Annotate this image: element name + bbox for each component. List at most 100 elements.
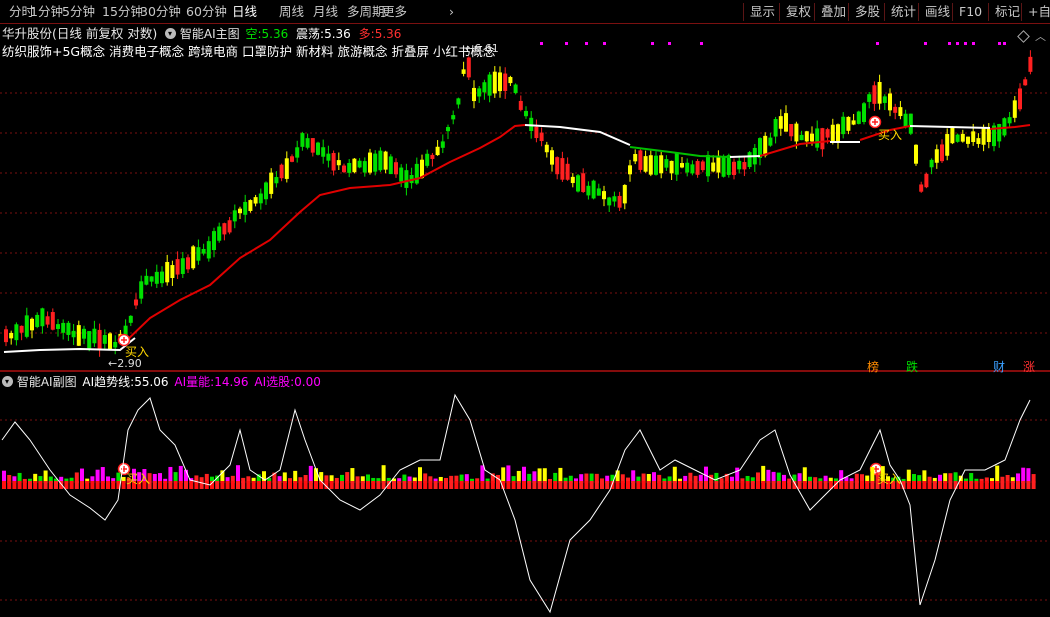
volume-bar-base xyxy=(22,481,27,489)
volume-bar-base xyxy=(1010,481,1015,489)
chevron-right-icon[interactable]: › xyxy=(449,3,454,21)
candle-body xyxy=(347,162,352,173)
volume-bar-base xyxy=(303,481,308,489)
toolbar-button-4[interactable]: 统计 xyxy=(891,3,916,21)
period-tab-6[interactable]: 日线 xyxy=(232,3,257,21)
main-indicator-name[interactable]: 智能AI主图 xyxy=(180,27,240,41)
toolbar-button-7[interactable]: 标记 xyxy=(995,3,1020,21)
volume-bar-base xyxy=(267,481,272,489)
candle-body xyxy=(981,127,986,145)
period-tab-1[interactable]: 1分钟 xyxy=(30,3,63,21)
candle-body xyxy=(960,133,965,142)
period-tab-8[interactable]: 月线 xyxy=(313,3,338,21)
volume-bar xyxy=(522,466,526,483)
volume-bar xyxy=(1026,468,1031,483)
volume-bar-base xyxy=(293,481,298,489)
sub-indicator-name[interactable]: 智能AI副图 xyxy=(17,375,77,389)
signal-dot xyxy=(1003,42,1006,45)
volume-bar-base xyxy=(730,481,734,489)
circle-icon[interactable]: ▾ xyxy=(2,376,13,387)
volume-bar-base xyxy=(433,481,438,489)
event-label-die[interactable]: 跌 xyxy=(906,360,918,374)
candle-body xyxy=(451,115,456,120)
candle-body xyxy=(940,144,944,162)
volume-bar xyxy=(542,468,547,483)
candle-body xyxy=(565,163,570,180)
buy-signal-label: 买入 xyxy=(878,128,903,142)
candle-body xyxy=(867,94,872,102)
toolbar-button-8[interactable]: +自选 xyxy=(1028,3,1050,21)
volume-bar-base xyxy=(215,481,220,489)
volume-bar-base xyxy=(371,481,376,489)
candle-body xyxy=(40,308,45,327)
period-tab-9[interactable]: 多周期 xyxy=(347,3,385,21)
volume-bar-base xyxy=(579,481,584,489)
candle-body xyxy=(596,188,601,196)
event-label-zhang[interactable]: 涨 xyxy=(1023,360,1035,374)
candle-body xyxy=(243,201,248,215)
chevron-up-icon[interactable]: ︿ xyxy=(1035,28,1046,44)
candle-body xyxy=(680,163,684,168)
chart-canvas[interactable] xyxy=(0,0,1050,617)
volume-label: AI量能: xyxy=(174,375,215,389)
period-tab-4[interactable]: 30分钟 xyxy=(140,3,181,21)
candle-body xyxy=(903,113,908,128)
volume-bar xyxy=(381,465,386,483)
volume-bar-base xyxy=(860,481,864,489)
volume-bar-base xyxy=(236,481,240,489)
candle-body xyxy=(139,281,144,299)
signal-dot xyxy=(668,42,671,45)
volume-bar-base xyxy=(542,481,547,489)
volume-bar-base xyxy=(782,481,786,489)
candle-body xyxy=(394,162,398,175)
volume-bar-base xyxy=(693,481,698,489)
toolbar-button-2[interactable]: 叠加 xyxy=(821,3,846,21)
candle-body xyxy=(836,124,840,143)
volume-bar-base xyxy=(12,481,17,489)
volume-bar-base xyxy=(412,481,417,489)
toolbar-button-5[interactable]: 画线 xyxy=(925,3,950,21)
volume-bar-base xyxy=(184,481,188,489)
candle-body xyxy=(654,155,658,175)
candle-body xyxy=(310,138,315,153)
circle-icon[interactable]: ▾ xyxy=(165,28,177,39)
toolbar-button-0[interactable]: 显示 xyxy=(750,3,775,21)
candle-body xyxy=(446,127,450,132)
candle-body xyxy=(737,160,742,170)
volume-bar xyxy=(558,467,563,483)
volume-bar-base xyxy=(74,481,79,489)
period-tab-2[interactable]: 5分钟 xyxy=(62,3,95,21)
volume-bar-base xyxy=(407,481,412,489)
volume-bar-base xyxy=(620,481,625,489)
ma-red-line xyxy=(124,124,526,343)
candle-body xyxy=(9,332,14,339)
volume-bar-base xyxy=(459,481,464,489)
volume-bar-base xyxy=(360,481,365,489)
volume-bar xyxy=(480,465,485,483)
toolbar-button-3[interactable]: 多股 xyxy=(855,3,880,21)
candle-body xyxy=(976,138,981,144)
volume-bar-base xyxy=(496,481,500,489)
toolbar-button-1[interactable]: 复权 xyxy=(786,3,811,21)
candle-body xyxy=(1023,79,1028,86)
candle-body xyxy=(290,156,294,162)
volume-bar-base xyxy=(688,481,693,489)
volume-bar-base xyxy=(449,481,454,489)
period-tab-3[interactable]: 15分钟 xyxy=(102,3,143,21)
candle-body xyxy=(711,162,716,172)
toolbar-button-6[interactable]: F10 xyxy=(959,3,982,21)
period-tab-5[interactable]: 60分钟 xyxy=(186,3,227,21)
volume-bar-base xyxy=(719,481,724,489)
candle-body xyxy=(586,185,591,196)
volume-bar-base xyxy=(652,481,656,489)
event-label-bang[interactable]: 榜 xyxy=(867,360,879,374)
event-label-cai[interactable]: 财 xyxy=(993,360,1005,374)
period-tab-7[interactable]: 周线 xyxy=(279,3,304,21)
volume-bar-base xyxy=(438,481,443,489)
candle-body xyxy=(550,150,554,165)
volume-bar-base xyxy=(844,481,849,489)
volume-bar-base xyxy=(444,481,448,489)
candle-body xyxy=(258,193,263,204)
period-tab-10[interactable]: 更多 xyxy=(382,3,407,21)
candle-body xyxy=(274,177,279,184)
